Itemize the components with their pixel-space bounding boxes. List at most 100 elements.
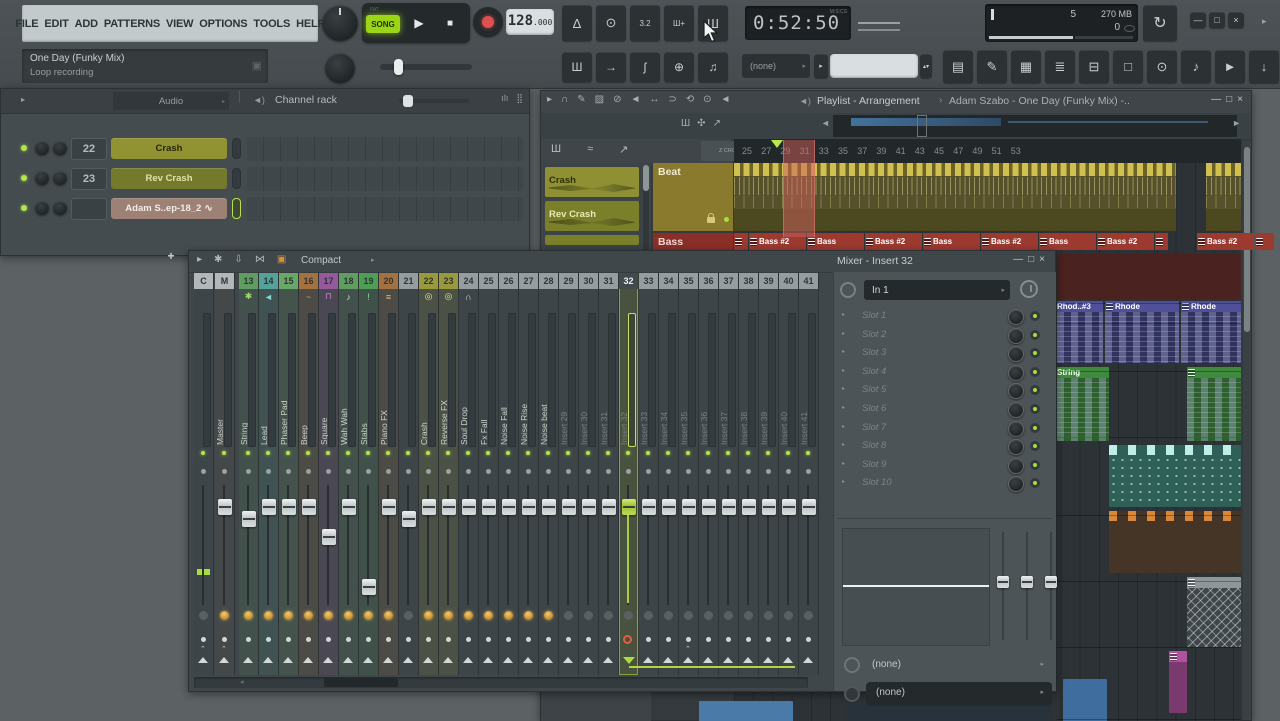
scroll-left-icon[interactable]: ◂ [240,678,244,686]
strip-number[interactable]: 24 [459,273,478,289]
mixer-close-button[interactable]: × [1039,254,1045,265]
volume-fader[interactable] [762,499,776,515]
orange-pattern-clips[interactable] [1109,511,1241,573]
effect-slot-row[interactable]: ▸Slot 3 [834,344,1056,362]
automation-view-icon[interactable]: ↗ [713,118,721,129]
mixer-strip-21[interactable]: 21 [399,273,419,675]
route-up-arrow[interactable] [703,657,713,663]
eq-fader-handle[interactable] [997,576,1009,588]
tempo-display[interactable]: 128.000 [506,9,554,35]
channel-volume-knob[interactable] [53,141,67,155]
slot-mix-knob[interactable] [1008,476,1024,492]
route-up-arrow[interactable] [219,657,229,663]
route-up-arrow[interactable] [783,657,793,663]
select-tool-icon[interactable]: ⟲ [686,94,694,105]
slot-arrow-icon[interactable]: ▸ [842,348,845,355]
picker-audio-clip[interactable]: Crash [545,167,639,197]
volume-fader[interactable] [282,499,296,515]
slot-mix-knob[interactable] [1008,383,1024,399]
volume-fader[interactable] [522,499,536,515]
slot-arrow-icon[interactable]: ▸ [842,311,845,318]
volume-fader[interactable] [402,511,416,527]
mixer-strip-29[interactable]: 29Insert 29 [559,273,579,675]
strip-mute-dot[interactable] [746,469,751,474]
record-arm-dot[interactable] [286,637,291,642]
mixer-strip-33[interactable]: 33Insert 33 [639,273,659,675]
string-clip[interactable] [1187,367,1241,441]
menu-item-add[interactable]: ADD [72,18,101,30]
playlist-minimize-button[interactable]: — [1211,94,1221,105]
magnet-icon[interactable]: ∩ [561,94,568,105]
mixer-strip-25[interactable]: 25Fx Fall [479,273,499,675]
slot-arrow-icon[interactable]: ▸ [842,460,845,467]
mixer-strip-18[interactable]: 18♪Wah Wah [339,273,359,675]
slot-enable-led[interactable] [1030,478,1040,488]
strip-number[interactable]: 35 [679,273,698,289]
browser-button[interactable]: ⊟ [1079,50,1109,83]
record-arm-dot[interactable] [786,637,791,642]
record-arm-dot[interactable] [326,637,331,642]
route-up-arrow[interactable] [503,657,513,663]
mute-tool-icon[interactable]: ◄ [630,94,640,105]
record-arm-dot[interactable] [806,637,811,642]
strip-number[interactable]: 23 [439,273,458,289]
slot-enable-led[interactable] [1030,348,1040,358]
route-up-arrow[interactable] [483,657,493,663]
volume-fader[interactable] [342,499,356,515]
strip-number[interactable]: 17 [319,273,338,289]
playhead-marker[interactable] [771,140,783,148]
export-button[interactable]: ↓ [1249,50,1279,83]
route-up-arrow[interactable] [403,657,413,663]
strip-number[interactable]: 40 [779,273,798,289]
mixer-strip-16[interactable]: 16~Beep [299,273,319,675]
strip-number[interactable]: 15 [279,273,298,289]
channel-volume-knob[interactable] [53,171,67,185]
step-sequencer-area[interactable] [247,197,523,221]
route-up-arrow[interactable] [643,657,653,663]
channel-number-box[interactable]: 22 [71,138,107,160]
slider-handle[interactable] [394,59,403,75]
volume-fader[interactable] [302,499,316,515]
channel-enable-led[interactable] [21,145,27,151]
pattern-number-display[interactable] [830,54,918,78]
record-arm-dot[interactable] [306,637,311,642]
input-source-dropdown[interactable]: In 1 ▸ [864,280,1010,300]
zoom-tool-icon[interactable]: ⊙ [703,94,711,105]
record-arm-dot[interactable] [566,637,571,642]
record-arm-dot[interactable] [446,637,451,642]
strip-mute-dot[interactable] [646,469,651,474]
strip-mute-dot[interactable] [506,469,511,474]
strip-number[interactable]: 20 [379,273,398,289]
volume-fader[interactable] [382,499,396,515]
rhodes-clip[interactable]: Rhod..#3 [1057,301,1103,363]
strip-mute-dot[interactable] [666,469,671,474]
channel-pan-knob[interactable] [35,141,49,155]
strip-mute-dot[interactable] [706,469,711,474]
record-button[interactable] [473,7,503,37]
record-arm-dot[interactable] [586,637,591,642]
volume-fader[interactable] [602,499,616,515]
strip-mute-dot[interactable] [686,469,691,474]
mixer-strip-31[interactable]: 31Insert 31 [599,273,619,675]
pitch-knob[interactable] [325,53,355,83]
picker-patterns-tab[interactable]: Ш [551,143,561,156]
fx-enable-lamp[interactable] [504,611,513,620]
strip-mute-dot[interactable] [726,469,731,474]
strip-mute-dot[interactable] [546,469,551,474]
mixer-strip-13[interactable]: 13✱String [239,273,259,675]
beat-pattern-clips[interactable] [1206,163,1241,231]
record-arm-dot[interactable] [546,637,551,642]
time-display[interactable]: 0:52:50 M:S:CS [745,6,851,40]
fx-enable-lamp[interactable] [484,611,493,620]
grid-toggle-icon[interactable]: ⣿ [516,93,523,104]
effect-slot-row[interactable]: ▸Slot 1 [834,307,1056,325]
slot-enable-led[interactable] [1030,441,1040,451]
strip-number[interactable]: 36 [699,273,718,289]
mixer-strip-26[interactable]: 26Noise Fall [499,273,519,675]
record-arm-dot[interactable] [426,637,431,642]
mixer-strip-19[interactable]: 19!Stabs [359,273,379,675]
eq-band-fader[interactable] [1044,532,1058,640]
strip-number[interactable]: 37 [719,273,738,289]
slot-enable-led[interactable] [1030,330,1040,340]
fx-enable-lamp[interactable] [364,611,373,620]
